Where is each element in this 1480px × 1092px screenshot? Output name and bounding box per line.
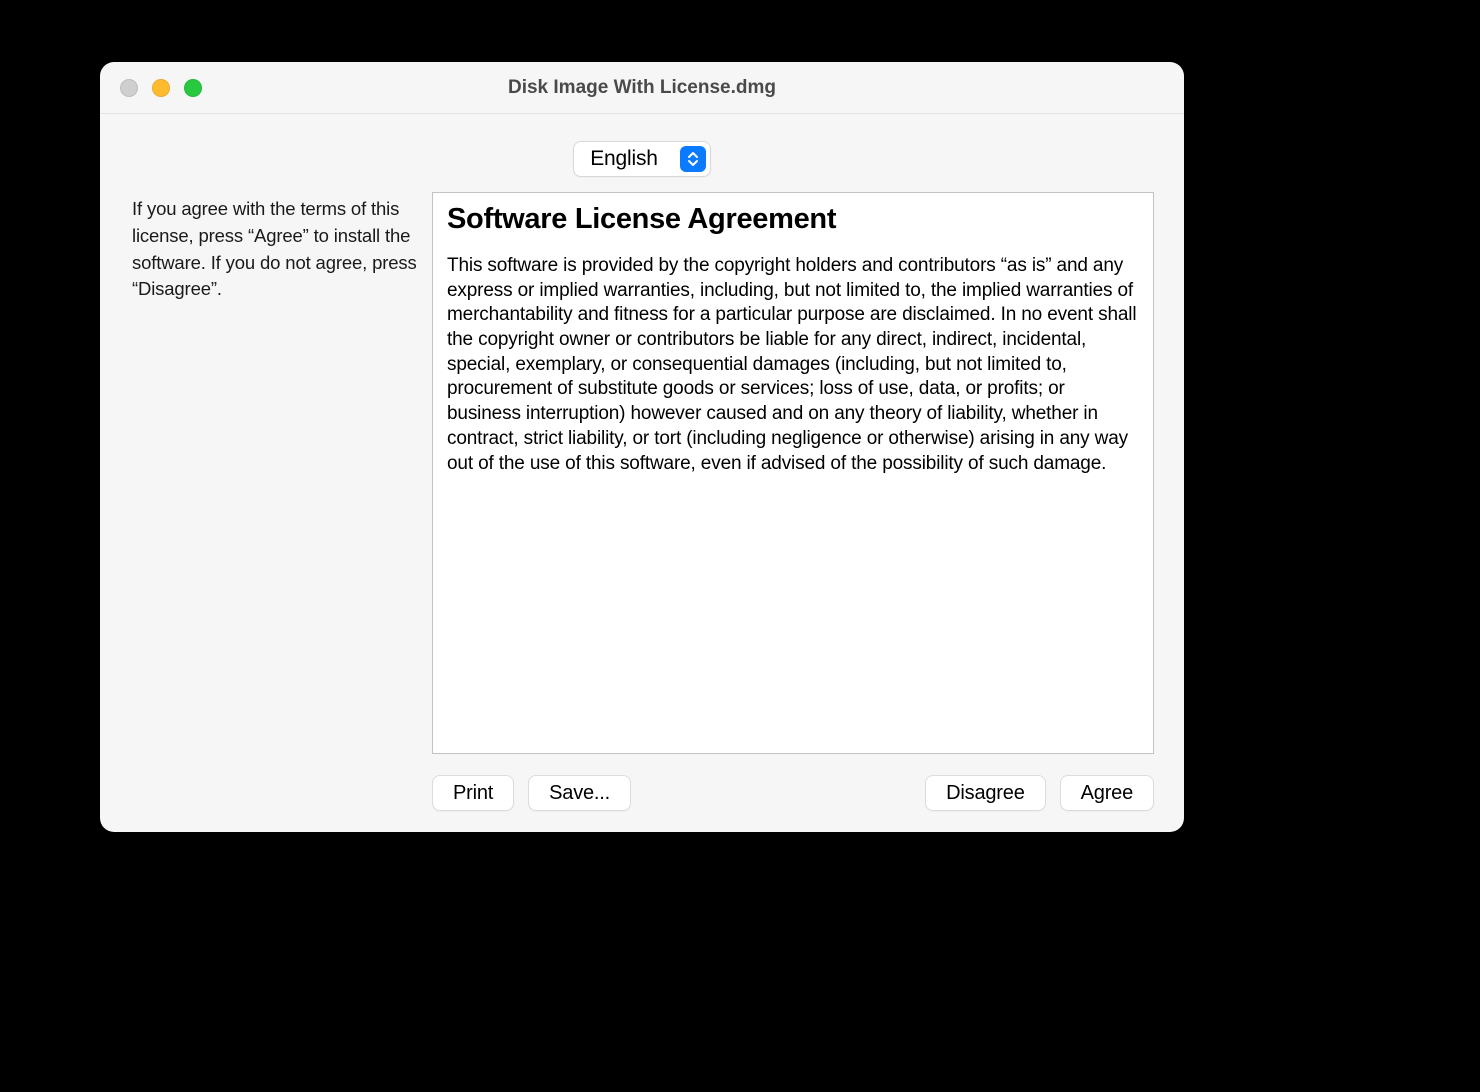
traffic-lights — [120, 79, 202, 97]
content-area: English If you agree with the terms of t… — [100, 114, 1184, 832]
disagree-button[interactable]: Disagree — [925, 775, 1045, 811]
save-button[interactable]: Save... — [528, 775, 631, 811]
minimize-icon[interactable] — [152, 79, 170, 97]
body-row: If you agree with the terms of this lice… — [100, 192, 1184, 754]
instructions-text: If you agree with the terms of this lice… — [132, 196, 418, 303]
agree-button[interactable]: Agree — [1060, 775, 1154, 811]
updown-chevron-icon — [680, 146, 706, 172]
license-body: This software is provided by the copyrig… — [447, 254, 1139, 476]
disagree-button-label: Disagree — [946, 782, 1024, 805]
language-row: English — [100, 114, 1184, 192]
titlebar: Disk Image With License.dmg — [100, 62, 1184, 114]
sidebar: If you agree with the terms of this lice… — [100, 192, 432, 754]
agree-button-label: Agree — [1081, 782, 1133, 805]
license-heading: Software License Agreement — [447, 203, 1139, 236]
button-row: Print Save... Disagree Agree — [100, 754, 1184, 832]
save-button-label: Save... — [549, 782, 610, 805]
language-selected-label: English — [590, 147, 657, 171]
print-button[interactable]: Print — [432, 775, 514, 811]
license-text-area[interactable]: Software License Agreement This software… — [432, 192, 1154, 754]
maximize-icon[interactable] — [184, 79, 202, 97]
window-title: Disk Image With License.dmg — [508, 77, 776, 99]
close-icon[interactable] — [120, 79, 138, 97]
print-button-label: Print — [453, 782, 493, 805]
license-window: Disk Image With License.dmg English If y… — [100, 62, 1184, 832]
language-dropdown[interactable]: English — [573, 141, 710, 177]
